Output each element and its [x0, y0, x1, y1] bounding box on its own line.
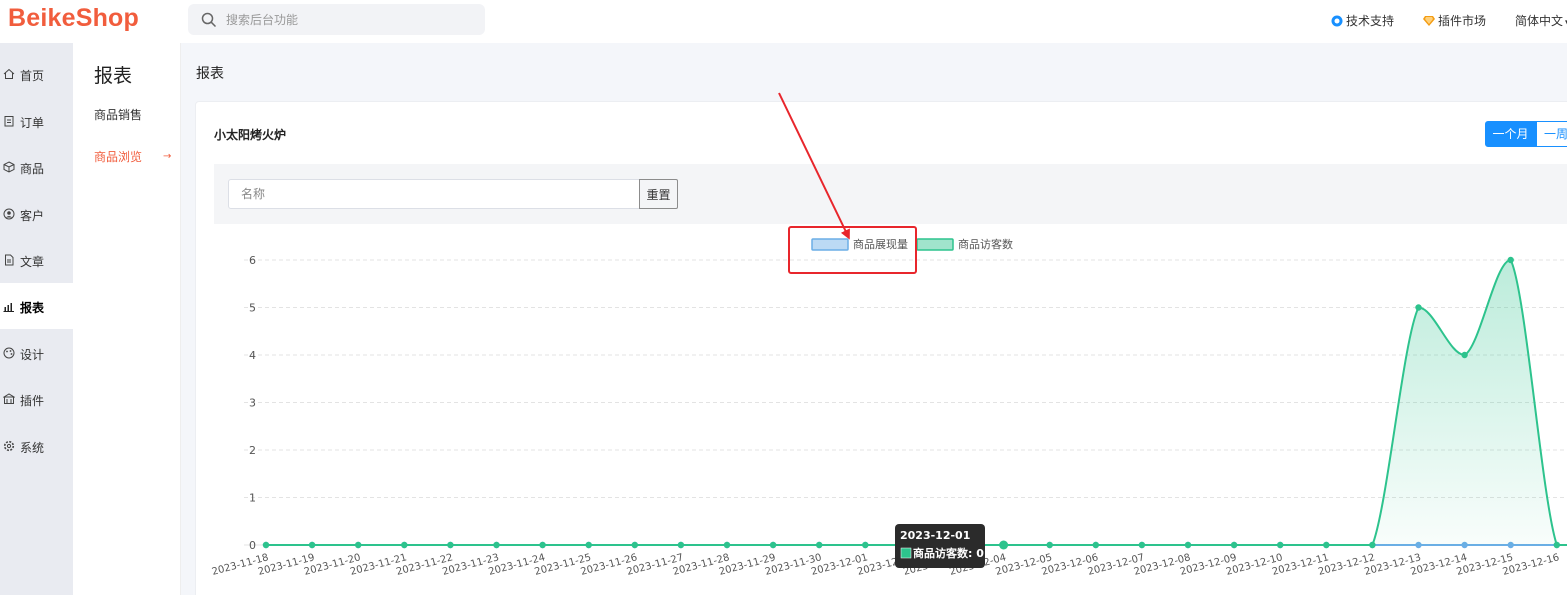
data-point: [539, 541, 546, 549]
data-point: [585, 541, 592, 549]
y-tick-label: 5: [249, 302, 256, 315]
data-point: [401, 541, 408, 549]
annotation-arrow: [778, 92, 850, 240]
data-point: [631, 541, 638, 549]
legend-label: 商品访客数: [958, 237, 1013, 251]
data-point: [1323, 541, 1330, 549]
data-point: [816, 541, 823, 549]
legend-swatch: [916, 238, 954, 251]
data-point: [769, 541, 777, 549]
data-point: [1369, 541, 1376, 549]
y-tick-label: 2: [249, 444, 256, 457]
data-point: [1184, 541, 1192, 549]
data-point: [447, 541, 454, 549]
data-point: [1507, 256, 1514, 264]
data-point: [355, 541, 362, 549]
chart-y-axis: 0 1 2 3 4 5 6: [249, 254, 256, 552]
data-point: [1461, 351, 1468, 359]
chart-x-axis: 2023-11-182023-11-192023-11-202023-11-21…: [211, 552, 1561, 578]
chart-series: [262, 256, 1567, 550]
data-point: [262, 541, 270, 549]
data-point: [1277, 541, 1284, 549]
y-tick-label: 0: [249, 539, 256, 552]
legend-label: 商品展现量: [853, 237, 908, 251]
data-point: [723, 541, 731, 549]
data-point: [1230, 541, 1238, 549]
data-point: [308, 541, 316, 549]
tooltip-swatch: [900, 547, 912, 559]
tooltip-label: 商品访客数: 0: [913, 546, 984, 560]
chart-grid: [244, 259, 1567, 546]
chart-tooltip: 2023-12-01 商品访客数: 0: [895, 524, 985, 568]
y-tick-label: 1: [249, 492, 256, 505]
data-point: [1092, 541, 1100, 549]
data-point: [677, 541, 685, 549]
y-tick-label: 4: [249, 349, 256, 362]
visitor-chart: 0 1 2 3 4 5 6 2023-11-182023-11-192023-11-2020…: [211, 92, 1567, 578]
chart-legend: 商品展现量 商品访客数: [811, 237, 1013, 251]
legend-swatch: [811, 238, 849, 251]
data-point: [1046, 541, 1053, 549]
data-point: [862, 541, 869, 549]
y-tick-label: 6: [249, 254, 256, 267]
y-tick-label: 3: [249, 397, 256, 410]
data-point: [1553, 541, 1561, 549]
data-point: [1138, 541, 1146, 549]
data-point: [999, 540, 1009, 550]
tooltip-title: 2023-12-01: [900, 529, 970, 542]
data-point: [1415, 304, 1422, 311]
data-point: [493, 541, 500, 549]
